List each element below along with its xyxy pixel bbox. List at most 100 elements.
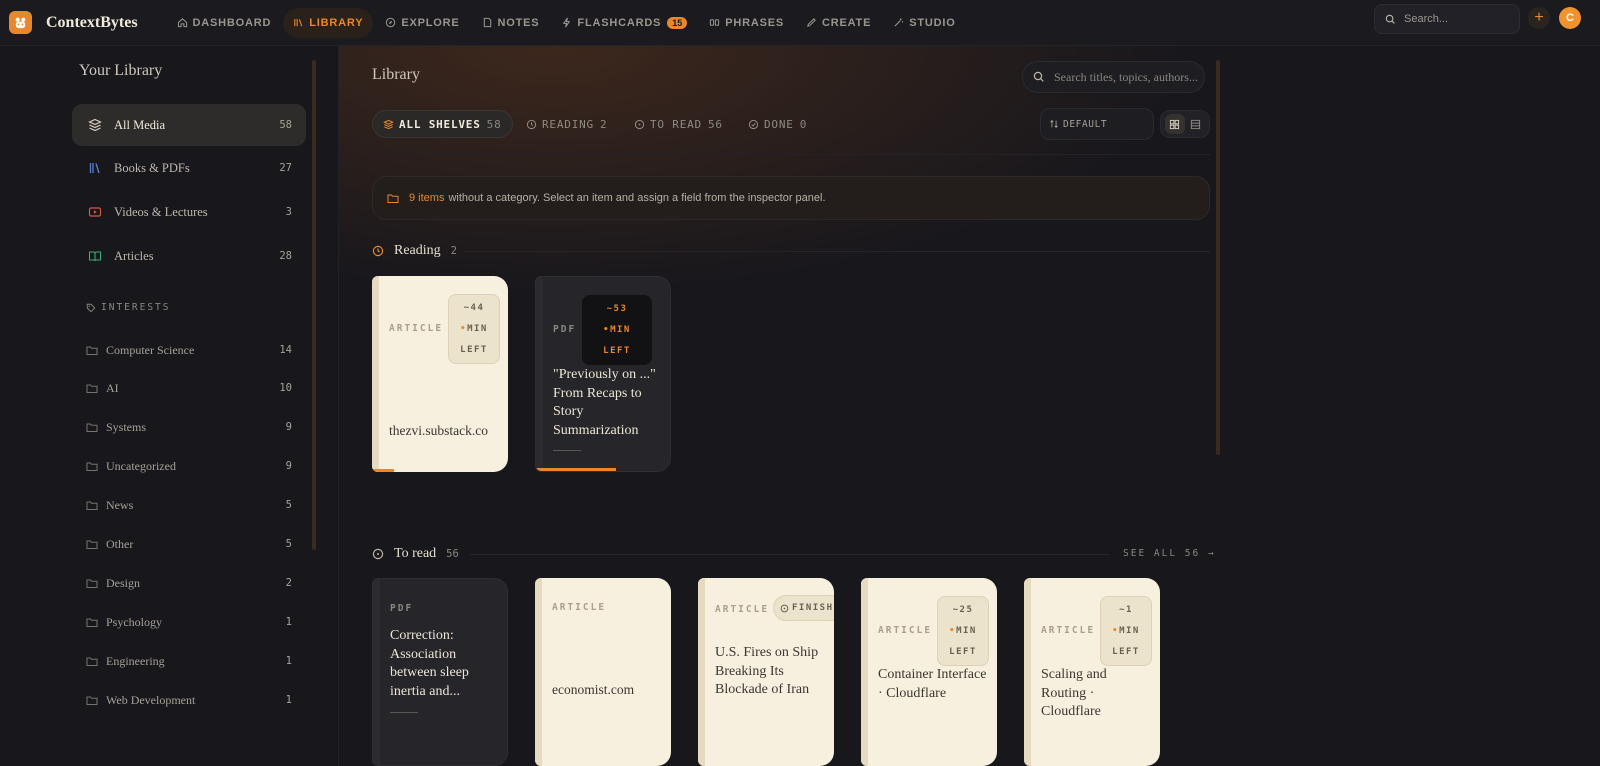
sidebar-item-all-media[interactable]: All Media 58 [72,104,306,146]
sidebar-interest-item[interactable]: News 5 [86,495,306,515]
divider [372,154,1210,155]
card-spine [861,578,868,766]
nav-phrases[interactable]: PHRASES [699,8,794,38]
card-title: U.S. Fires on Ship Breaking Its Blockade… [715,645,819,697]
sort-icon [1050,120,1058,128]
avatar[interactable]: C [1559,7,1581,29]
sidebar-interest-item[interactable]: Systems 9 [86,417,306,437]
chip-label: FINISH [792,603,834,613]
page-title: Library [372,66,420,83]
nav-flashcards[interactable]: FLASHCARDS 15 [551,8,697,38]
sidebar-interest-item[interactable]: Engineering 1 [86,651,306,671]
to-read-card[interactable]: ARTICLE economist.com [535,578,671,766]
sidebar-interest-item[interactable]: Computer Science 14 [86,340,306,360]
card-type: ARTICLE [878,625,933,636]
nav-explore[interactable]: EXPLORE [375,8,469,38]
plus-icon: + [1534,9,1544,26]
interest-label: Design [106,575,140,590]
time-left-chip: ~44 •MIN LEFT [448,294,500,364]
interest-count: 5 [285,499,292,511]
books-icon [86,161,104,175]
grid-view-button[interactable] [1164,114,1185,134]
sidebar-interest-item[interactable]: Design 2 [86,573,306,593]
card-spine [373,579,380,765]
to-read-section-heading: To read 56 [372,546,459,562]
sidebar-scrollbar[interactable] [312,60,316,550]
to-read-card[interactable]: PDF Correction: Association between slee… [372,578,508,766]
card-spine [372,276,379,472]
interests-label: INTERESTS [101,302,171,313]
interest-count: 1 [285,616,292,628]
nav-label: NOTES [497,16,540,29]
main-divider [338,46,339,766]
time-left-chip: ~25 •MIN LEFT [937,596,989,666]
sidebar-item-count: 3 [285,206,292,218]
to-read-card[interactable]: ARTICLE FINISH U.S. Fires on Ship Breaki… [698,578,834,766]
see-all-link[interactable]: SEE ALL 56 → [1123,548,1216,559]
card-spine [698,578,705,766]
global-search-input[interactable]: Search... [1374,4,1520,34]
clock-icon [526,119,537,129]
sidebar-interest-item[interactable]: AI 10 [86,378,306,398]
interest-label: Psychology [106,614,163,629]
card-title: economist.com [552,682,635,697]
tab-count: 56 [707,117,723,131]
interest-count: 1 [285,655,292,667]
nav-notes[interactable]: NOTES [472,8,550,38]
wand-icon [894,18,904,27]
library-search-input[interactable]: Search titles, topics, authors... [1022,61,1205,93]
to-read-card[interactable]: ARTICLE ~1 •MIN LEFT Scaling and Routing… [1024,578,1160,766]
time-suffix: LEFT [1112,646,1140,657]
reading-progress-bar [372,469,394,472]
tab-label: DONE [764,117,794,131]
card-type: ARTICLE [389,323,444,334]
section-title: Reading [394,243,441,258]
sidebar-item-label: Books & PDFs [114,160,190,175]
add-button[interactable]: + [1528,7,1550,29]
sidebar-item-videos[interactable]: Videos & Lectures 3 [72,191,306,233]
bookmark-circle-icon [634,119,645,129]
time-suffix: LEFT [460,344,488,355]
tab-reading[interactable]: READING 2 [516,110,617,138]
sidebar-title: Your Library [79,62,163,79]
notice-highlight[interactable]: 9 items [409,192,444,204]
tab-label: TO READ [650,117,702,131]
grid-icon [1169,119,1180,129]
sidebar-interest-item[interactable]: Psychology 1 [86,612,306,632]
nav-label: CREATE [822,16,872,29]
list-view-button[interactable] [1186,114,1206,134]
sidebar-item-books[interactable]: Books & PDFs 27 [72,147,306,189]
time-left-chip: ~1 •MIN LEFT [1100,596,1152,666]
list-icon [1190,119,1201,129]
search-icon [1385,14,1395,24]
sidebar-item-count: 58 [279,119,292,131]
nav-create[interactable]: CREATE [796,8,881,38]
main-scrollbar[interactable] [1216,60,1220,455]
tab-to-read[interactable]: TO READ 56 [624,110,733,138]
search-placeholder: Search titles, topics, authors... [1054,69,1198,84]
to-read-card[interactable]: ARTICLE ~25 •MIN LEFT Container Interfac… [861,578,997,766]
reading-card[interactable]: ARTICLE ~44 •MIN LEFT thezvi.substack.co [372,276,508,472]
sidebar-interest-item[interactable]: Uncategorized 9 [86,456,306,476]
sidebar-interest-item[interactable]: Web Development 1 [86,690,306,710]
reading-card[interactable]: PDF ~53 •MIN LEFT "Previously on ..." Fr… [535,276,671,472]
sidebar-item-label: Articles [114,248,154,263]
tab-done[interactable]: DONE 0 [738,110,817,138]
tab-all-shelves[interactable]: ALL SHELVES 58 [372,110,513,138]
time-value: ~44 [463,302,485,313]
nav-dashboard[interactable]: DASHBOARD [167,8,282,38]
nav-library[interactable]: LIBRARY [283,7,374,38]
time-suffix: LEFT [949,646,977,657]
folder-icon [86,346,98,355]
card-title: Correction: Association between sleep in… [390,628,469,699]
time-left-chip: ~53 •MIN LEFT [582,295,652,365]
logo[interactable]: ContextBytes [9,11,138,34]
card-spine [1024,578,1031,766]
nav-studio[interactable]: STUDIO [883,8,965,38]
sidebar-item-articles[interactable]: Articles 28 [72,235,306,277]
folder-icon [86,423,98,432]
nav-label: STUDIO [909,16,956,29]
sidebar-interest-item[interactable]: Other 5 [86,534,306,554]
folder-icon [86,501,98,510]
sort-select[interactable]: DEFAULT [1040,108,1154,140]
